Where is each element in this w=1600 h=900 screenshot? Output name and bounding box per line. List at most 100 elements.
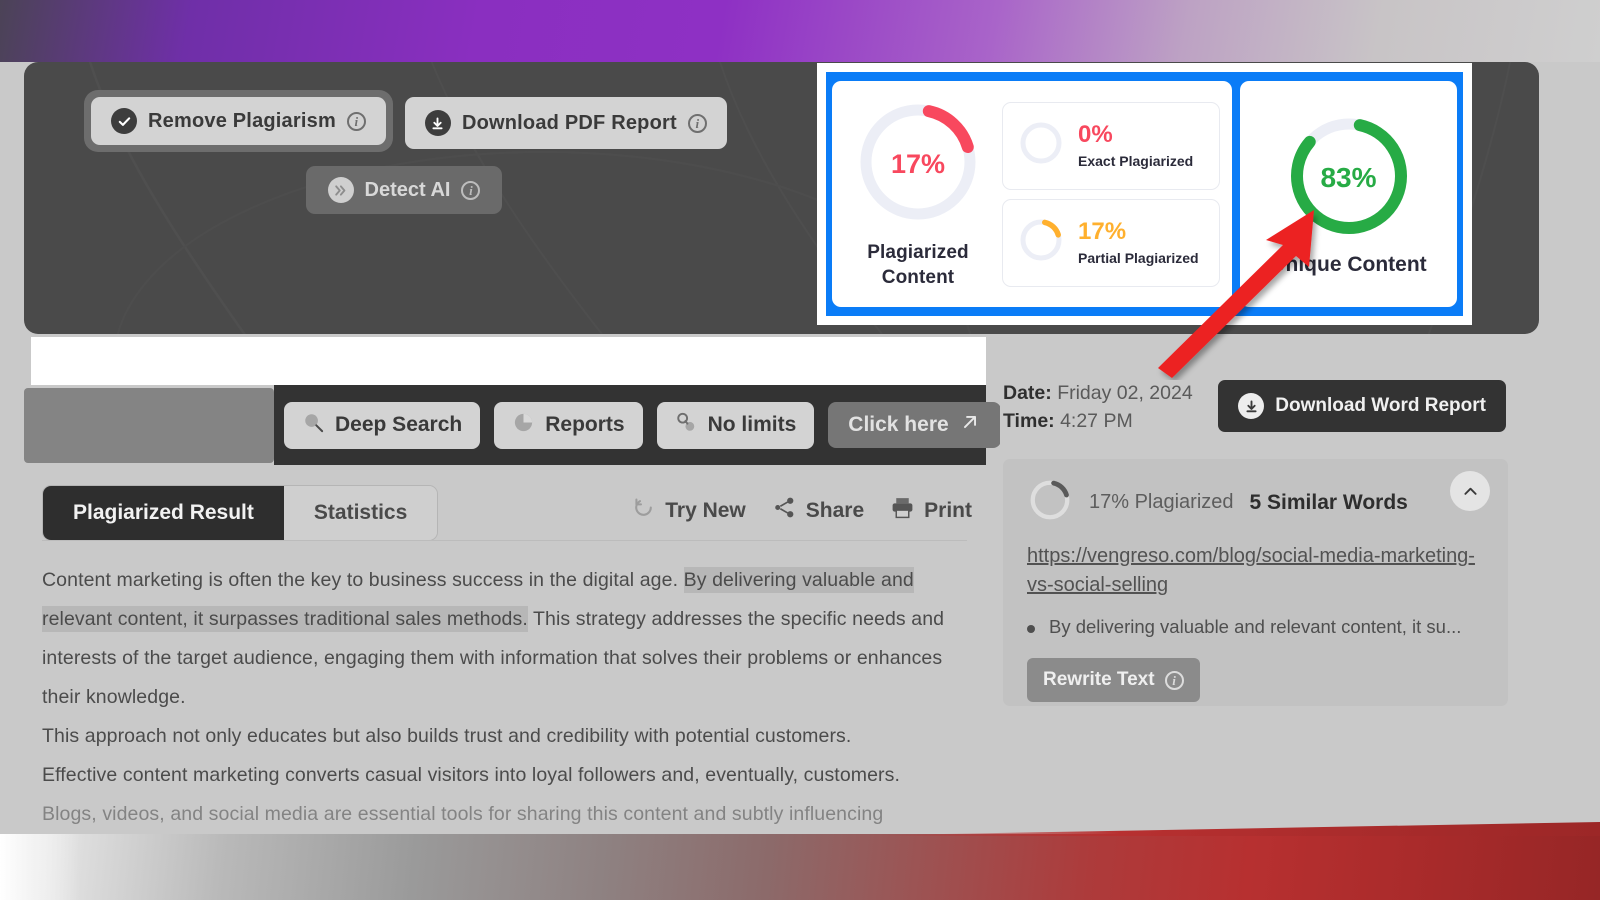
tabs-divider [42,540,967,541]
share-nodes-icon [772,495,797,526]
report-sidebar: Date: Friday 02, 2024 Time: 4:27 PM Down… [1000,337,1520,837]
no-limits-button[interactable]: No limits [656,401,815,449]
result-tabs: Plagiarized Result Statistics [42,485,439,541]
partial-plagiarized-label: Partial Plagiarized [1078,249,1199,266]
stats-highlight-box: 17% Plagiarized Content 0% Exact Plagiar… [817,63,1472,325]
unique-content-card: 83% Unique Content [1240,81,1457,307]
remove-plagiarism-focus-ring: Remove Plagiarism i [84,90,393,152]
infinity-icon [675,411,698,440]
remove-plagiarism-button[interactable]: Remove Plagiarism i [91,97,386,145]
click-here-button[interactable]: Click here [828,402,1001,448]
pie-chart-icon [512,411,535,440]
feature-toolbar: Deep Search Reports No limits Click here [274,385,1001,465]
white-separator-strip [31,337,986,385]
magnifier-icon [302,411,325,440]
plain-text-segment: Content marketing is often the key to bu… [42,569,684,591]
stat-subcards: 0% Exact Plagiarized 17% Partial Plagiar… [1002,101,1220,287]
plagiarized-content-card: 17% Plagiarized Content 0% Exact Plagiar… [832,81,1232,307]
exact-plagiarized-text: 0% Exact Plagiarized [1078,121,1193,168]
partial-plagiarized-text: 17% Partial Plagiarized [1078,218,1199,266]
bullet-dot-icon [1027,625,1035,633]
tab-statistics[interactable]: Statistics [283,486,438,540]
date-label: Date: [1003,382,1052,404]
info-icon[interactable]: i [687,113,707,133]
reports-label: Reports [545,413,625,436]
analyzed-paragraph: Effective content marketing converts cas… [42,756,967,795]
placeholder-block [24,388,274,463]
source-result-card: 17% Plagiarized 5 Similar Words https://… [1003,459,1508,706]
plagiarized-caption-line2: Content [881,266,955,288]
download-word-report-label: Download Word Report [1275,395,1486,416]
try-new-label: Try New [665,498,746,522]
print-action[interactable]: Print [890,495,972,526]
time-value: 4:27 PM [1060,410,1133,432]
analyzed-text-body: Content marketing is often the key to bu… [42,561,967,834]
hero-button-group: Remove Plagiarism i Download PDF Report … [84,90,784,214]
detect-ai-label: Detect AI [364,178,451,201]
plain-text-segment: Effective content marketing converts cas… [42,764,901,786]
plain-text-segment: Blogs, videos, and social media are esse… [42,803,884,825]
no-limits-label: No limits [707,413,797,436]
partial-plagiarized-donut [1017,216,1065,269]
source-donut [1027,477,1073,528]
double-chevron-right-icon [327,177,354,203]
info-icon[interactable]: i [461,180,481,200]
remove-plagiarism-label: Remove Plagiarism [148,109,336,132]
bottom-band-white-edge [0,834,80,900]
plagiarized-caption: Plagiarized Content [867,241,968,290]
analyzed-paragraph: Content marketing is often the key to bu… [42,561,967,717]
time-label: Time: [1003,410,1055,432]
report-date-row: Date: Friday 02, 2024 [1003,379,1193,407]
top-gradient-banner [0,0,1600,62]
bottom-gradient-band [0,834,1600,900]
check-circle-icon [111,108,137,134]
info-icon[interactable]: i [1164,670,1184,690]
rewrite-text-label: Rewrite Text [1043,669,1155,690]
download-pdf-report-label: Download PDF Report [461,111,677,134]
unique-content-percent: 83% [1320,162,1377,193]
arrow-up-right-icon [959,411,981,439]
plagiarized-summary: 17% Plagiarized Content [844,98,992,290]
plain-text-segment: This approach not only educates but also… [42,725,852,747]
download-word-report-button[interactable]: Download Word Report [1218,380,1506,432]
share-label: Share [805,498,865,522]
exact-plagiarized-percent: 0% [1078,121,1113,149]
deep-search-label: Deep Search [335,413,463,436]
unique-content-donut: 83% [1285,112,1413,245]
reports-button[interactable]: Reports [494,401,643,449]
source-snippet-text: By delivering valuable and relevant cont… [1049,616,1462,637]
download-circle-icon [1238,393,1265,419]
partial-plagiarized-card: 17% Partial Plagiarized [1002,198,1220,287]
download-circle-icon [424,110,451,136]
stats-container: 17% Plagiarized Content 0% Exact Plagiar… [826,72,1463,316]
report-datetime: Date: Friday 02, 2024 Time: 4:27 PM [1003,379,1193,435]
rewrite-text-button[interactable]: Rewrite Text i [1027,658,1200,702]
exact-plagiarized-card: 0% Exact Plagiarized [1002,101,1220,190]
tab-plagiarized-result[interactable]: Plagiarized Result [43,486,284,540]
source-percent-label: 17% Plagiarized [1089,491,1234,513]
analyzed-paragraph: Blogs, videos, and social media are esse… [42,795,967,834]
info-icon[interactable]: i [346,111,366,131]
analyzed-paragraph: This approach not only educates but also… [42,717,967,756]
source-url-link[interactable]: https://vengreso.com/blog/social-media-m… [1027,542,1484,600]
share-action[interactable]: Share [772,495,864,526]
printer-icon [890,495,915,526]
refresh-icon [631,495,656,526]
exact-plagiarized-donut [1017,119,1065,172]
download-pdf-report-button[interactable]: Download PDF Report i [404,97,727,149]
screenshot-root: Remove Plagiarism i Download PDF Report … [0,0,1600,900]
plagiarized-content-donut: 17% [854,98,982,231]
result-actions: Try New Share Print [631,495,972,526]
source-snippet: By delivering valuable and relevant cont… [1027,616,1484,638]
chevron-up-icon[interactable] [1450,471,1490,511]
click-here-label: Click here [848,413,949,436]
deep-search-button[interactable]: Deep Search [284,401,481,449]
detect-ai-button[interactable]: Detect AI i [305,166,503,214]
date-value: Friday 02, 2024 [1057,382,1193,404]
try-new-action[interactable]: Try New [631,495,746,526]
print-label: Print [924,498,972,522]
source-header: 17% Plagiarized 5 Similar Words [1027,477,1484,528]
plagiarized-caption-line1: Plagiarized [867,242,969,264]
result-panel: Plagiarized Result Statistics Try New Sh… [24,465,986,837]
source-similar-words: 5 Similar Words [1249,490,1408,514]
